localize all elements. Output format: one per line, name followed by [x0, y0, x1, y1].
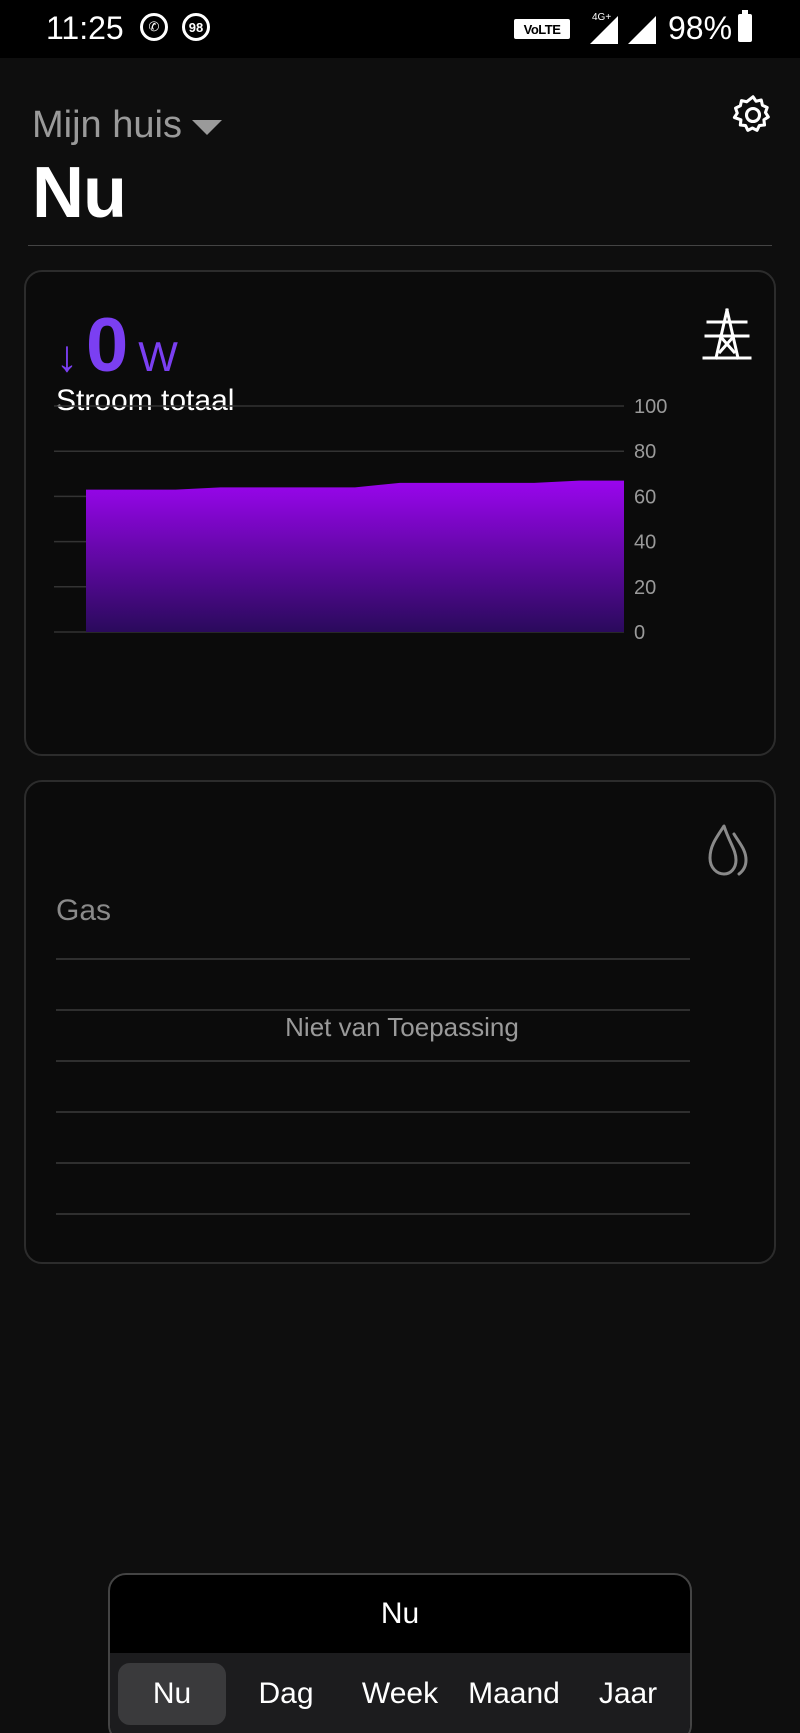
gridline [56, 1060, 690, 1062]
gas-chart-grid [56, 958, 690, 1218]
signal-icon [590, 16, 618, 44]
y-tick-label: 40 [634, 532, 656, 554]
tab-jaar[interactable]: Jaar [574, 1663, 682, 1725]
gas-not-applicable: Niet van Toepassing [285, 1012, 519, 1042]
volte-badge: VoLTE [514, 19, 570, 39]
gridline [56, 958, 690, 960]
y-tick-label: 0 [634, 622, 645, 644]
gridline [56, 1111, 690, 1113]
home-name: Mijn huis [32, 104, 182, 146]
tab-dag[interactable]: Dag [232, 1663, 340, 1725]
period-selector: Nu Nu Dag Week Maand Jaar [108, 1573, 692, 1733]
signal-icon-2 [628, 16, 656, 44]
y-tick-label: 20 [634, 577, 656, 599]
status-time: 11:25 [46, 10, 124, 46]
flame-icon [708, 824, 748, 876]
app-screen: 11:25 ✆ 98 VoLTE 4G+ 98% Mijn huis Nu ↓ … [0, 0, 800, 1733]
battery-percent: 98% [668, 10, 733, 46]
home-selector[interactable]: Mijn huis [32, 104, 222, 147]
gridline [56, 1162, 690, 1164]
period-current: Nu [380, 1597, 420, 1630]
tab-maand[interactable]: Maand [460, 1663, 568, 1725]
battery-icon [738, 10, 752, 42]
power-card[interactable]: ↓ 0 W Stroom totaal 100 80 60 40 20 0 [24, 270, 776, 756]
notification-badge-icon: 98 [182, 13, 210, 41]
status-bar: 11:25 ✆ 98 VoLTE 4G+ 98% [0, 0, 800, 58]
gas-label: Gas [56, 894, 112, 927]
chevron-down-icon [191, 120, 222, 135]
gridline [56, 1213, 690, 1215]
gas-card[interactable]: Gas Niet van Toepassing [24, 780, 776, 1264]
tab-nu[interactable]: Nu [118, 1663, 226, 1725]
gridline [56, 1009, 690, 1011]
power-chart: 100 80 60 40 20 0 [54, 396, 667, 644]
y-tick-label: 80 [634, 441, 656, 463]
power-area-series [86, 480, 624, 632]
tab-week[interactable]: Week [346, 1663, 454, 1725]
header-divider [28, 245, 772, 246]
period-tabs: Nu Dag Week Maand Jaar [110, 1653, 690, 1733]
page-title: Nu [32, 153, 127, 233]
whatsapp-icon: ✆ [140, 13, 168, 41]
y-tick-label: 100 [634, 396, 667, 418]
y-tick-label: 60 [634, 486, 656, 508]
gear-icon[interactable] [730, 92, 776, 138]
